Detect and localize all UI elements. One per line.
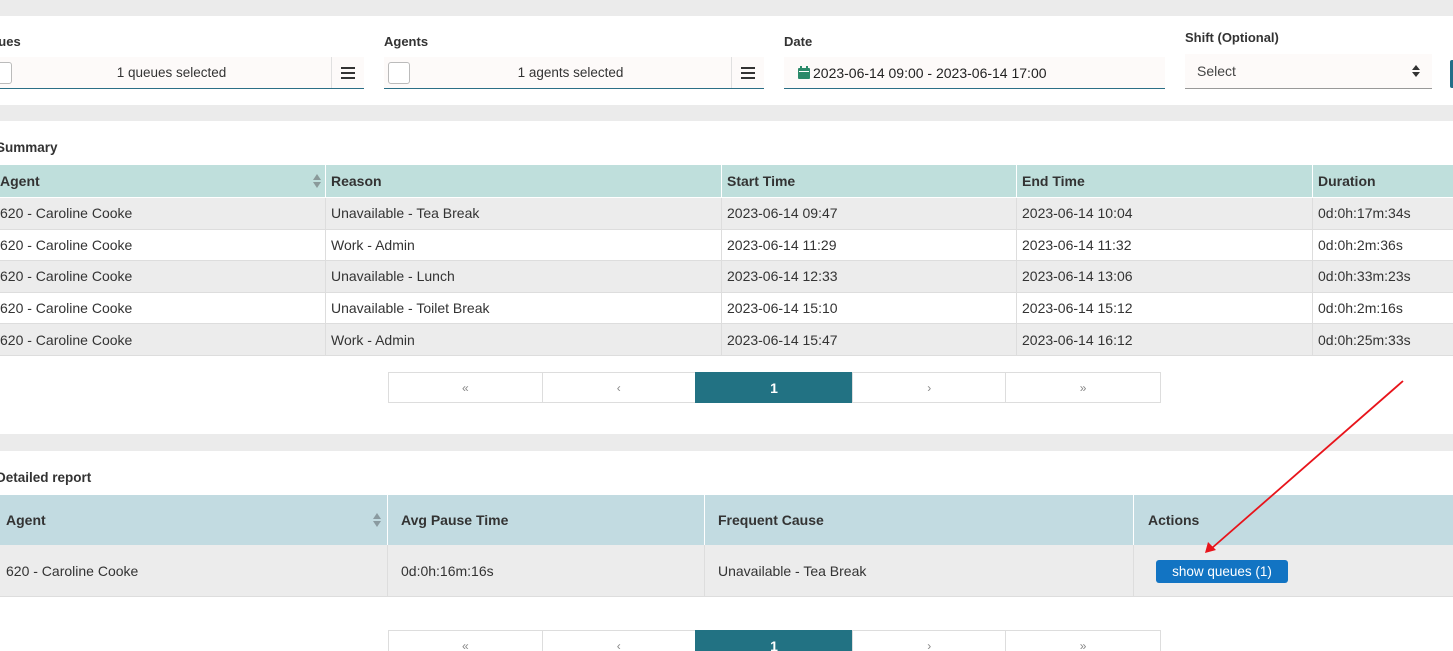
detailed-pagination: « ‹ 1 › »	[388, 630, 1161, 651]
table-row: 620 - Caroline Cooke Work - Admin 2023-0…	[0, 324, 1453, 356]
column-header-frequent-cause[interactable]: Frequent Cause	[704, 495, 1133, 545]
queues-selected-text: 1 queues selected	[116, 65, 227, 80]
cell-reason: Unavailable - Toilet Break	[325, 292, 721, 324]
page-last-button[interactable]: »	[1005, 372, 1161, 403]
detailed-table-header: Agent Avg Pause Time Frequent Cause Acti…	[0, 495, 1453, 545]
shift-select-value: Select	[1197, 63, 1236, 79]
page-current-button[interactable]: 1	[694, 630, 854, 651]
column-header-end-time[interactable]: End Time	[1016, 165, 1312, 197]
page-first-button[interactable]: «	[388, 630, 543, 651]
page-prev-button[interactable]: ‹	[541, 372, 696, 403]
cell-agent: 620 - Caroline Cooke	[0, 268, 133, 285]
column-header-agent-label: Agent	[6, 512, 46, 528]
cell-agent: 620 - Caroline Cooke	[0, 236, 133, 253]
hamburger-icon	[741, 66, 755, 79]
date-range-input[interactable]: 2023-06-14 09:00 - 2023-06-14 17:00	[784, 57, 1165, 89]
column-header-agent-label: Agent	[0, 173, 40, 189]
hamburger-icon	[341, 66, 355, 79]
cell-duration: 0d:0h:17m:34s	[1312, 198, 1453, 229]
page-current-button[interactable]: 1	[694, 372, 854, 403]
cell-reason: Work - Admin	[325, 324, 721, 355]
queues-label: Queues	[0, 34, 21, 49]
column-header-duration[interactable]: Duration	[1312, 165, 1453, 197]
cell-end-time: 2023-06-14 15:12	[1016, 292, 1312, 324]
date-label: Date	[784, 34, 813, 49]
page-next-button[interactable]: ›	[852, 372, 1007, 403]
table-row: 620 - Caroline Cooke Unavailable - Lunch…	[0, 261, 1453, 293]
cell-reason: Unavailable - Tea Break	[325, 198, 721, 229]
cell-duration: 0d:0h:2m:16s	[1312, 292, 1453, 324]
cell-agent: 620 - Caroline Cooke	[0, 331, 133, 348]
agents-select-all-checkbox[interactable]	[388, 61, 410, 84]
column-header-reason[interactable]: Reason	[325, 165, 721, 197]
cell-agent: 620 - Caroline Cooke	[0, 205, 133, 222]
cell-agent: 620 - Caroline Cooke	[0, 300, 133, 317]
summary-pagination: « ‹ 1 › »	[388, 372, 1161, 403]
show-queues-button[interactable]: show queues (1)	[1156, 560, 1288, 583]
cell-start-time: 2023-06-14 09:47	[721, 198, 1016, 229]
page-next-button[interactable]: ›	[852, 630, 1007, 651]
page-prev-button[interactable]: ‹	[541, 630, 696, 651]
table-row: 620 - Caroline Cooke Work - Admin 2023-0…	[0, 229, 1453, 262]
filters-panel: Queues 1 queues selected Agents 1 agents…	[0, 16, 1453, 105]
calendar-icon	[798, 66, 810, 79]
cell-frequent-cause: Unavailable - Tea Break	[704, 545, 1133, 596]
detailed-report-panel: Detailed report Agent Avg Pause Time Fre…	[0, 451, 1453, 651]
page-last-button[interactable]: »	[1005, 630, 1161, 651]
sort-icon	[373, 513, 381, 527]
sort-icon	[313, 174, 321, 188]
shift-label: Shift (Optional)	[1185, 30, 1279, 45]
cell-end-time: 2023-06-14 16:12	[1016, 324, 1312, 355]
cell-start-time: 2023-06-14 15:10	[721, 292, 1016, 324]
queues-menu-button[interactable]	[331, 57, 364, 88]
summary-table-header: Agent Reason Start Time End Time Duratio…	[0, 165, 1453, 197]
queues-multiselect[interactable]: 1 queues selected	[0, 57, 364, 89]
page-first-button[interactable]: «	[388, 372, 543, 403]
cell-avg-pause-time: 0d:0h:16m:16s	[387, 545, 704, 596]
queues-select-all-checkbox[interactable]	[0, 61, 12, 84]
table-row: 620 - Caroline Cooke Unavailable - Tea B…	[0, 198, 1453, 230]
cell-start-time: 2023-06-14 12:33	[721, 261, 1016, 292]
cell-start-time: 2023-06-14 11:29	[721, 229, 1016, 261]
summary-title: Summary	[0, 140, 58, 155]
cell-duration: 0d:0h:25m:33s	[1312, 324, 1453, 355]
agents-label: Agents	[384, 34, 429, 49]
detailed-report-title: Detailed report	[0, 470, 92, 485]
column-header-avg-pause-time[interactable]: Avg Pause Time	[387, 495, 704, 545]
table-row: 620 - Caroline Cooke Unavailable - Toile…	[0, 292, 1453, 325]
cell-actions: show queues (1)	[1133, 545, 1453, 596]
cell-end-time: 2023-06-14 13:06	[1016, 261, 1312, 292]
column-header-agent[interactable]: Agent	[0, 165, 325, 197]
date-range-value: 2023-06-14 09:00 - 2023-06-14 17:00	[813, 64, 1047, 81]
cell-agent: 620 - Caroline Cooke	[6, 562, 139, 579]
agents-menu-button[interactable]	[731, 57, 764, 88]
table-row: 620 - Caroline Cooke 0d:0h:16m:16s Unava…	[0, 545, 1453, 597]
column-header-actions: Actions	[1133, 495, 1453, 545]
shift-select[interactable]: Select	[1185, 54, 1432, 89]
cell-reason: Work - Admin	[325, 229, 721, 261]
column-header-agent[interactable]: Agent	[0, 495, 387, 545]
summary-panel: Summary Agent Reason Start Time End Time…	[0, 121, 1453, 434]
cell-reason: Unavailable - Lunch	[325, 261, 721, 292]
cell-duration: 0d:0h:2m:36s	[1312, 229, 1453, 261]
select-arrows-icon	[1412, 65, 1420, 77]
cell-end-time: 2023-06-14 10:04	[1016, 198, 1312, 229]
cell-end-time: 2023-06-14 11:32	[1016, 229, 1312, 261]
cell-duration: 0d:0h:33m:23s	[1312, 261, 1453, 292]
cell-start-time: 2023-06-14 15:47	[721, 324, 1016, 355]
column-header-start-time[interactable]: Start Time	[721, 165, 1016, 197]
agents-multiselect[interactable]: 1 agents selected	[384, 57, 764, 89]
agents-selected-text: 1 agents selected	[517, 65, 624, 80]
